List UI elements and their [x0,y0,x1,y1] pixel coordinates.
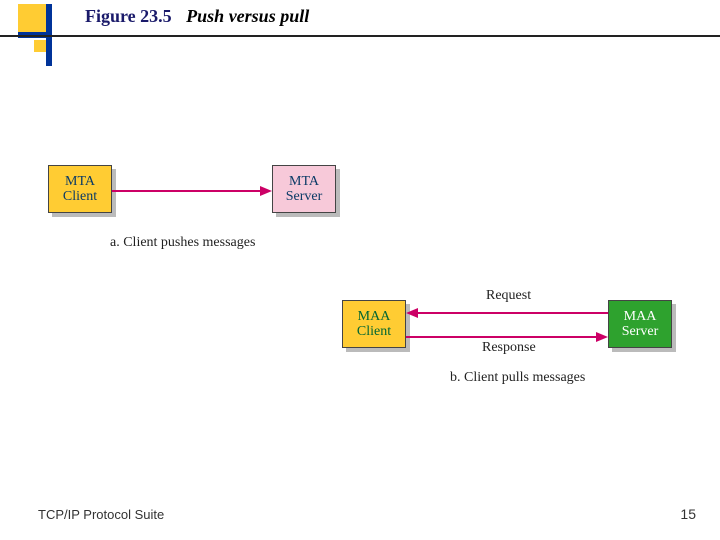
figure-label: Figure 23.5 [85,6,172,26]
push-arrow-icon [112,183,272,199]
footer-text: TCP/IP Protocol Suite [38,507,164,522]
maa-server-line1: MAA [624,309,657,324]
figure-caption: Push versus pull [186,6,309,26]
maa-client-box: MAA Client [342,300,406,348]
diagram-b-caption: b. Client pulls messages [450,370,585,386]
response-label: Response [482,340,536,356]
maa-server-box: MAA Server [608,300,672,348]
request-label: Request [486,288,531,304]
mta-client-box: MTA Client [48,165,112,213]
diagram-a-caption: a. Client pushes messages [110,235,255,251]
mta-server-line2: Server [286,189,323,204]
maa-client-line2: Client [357,324,391,339]
mta-server-box: MTA Server [272,165,336,213]
page-title: Figure 23.5 Push versus pull [85,6,309,27]
mta-server-line1: MTA [289,174,319,189]
mta-client-line1: MTA [65,174,95,189]
maa-client-line1: MAA [358,309,391,324]
page-number: 15 [680,506,696,522]
title-underline [0,35,720,37]
maa-server-line2: Server [622,324,659,339]
request-arrow-icon [406,306,608,320]
mta-client-line2: Client [63,189,97,204]
